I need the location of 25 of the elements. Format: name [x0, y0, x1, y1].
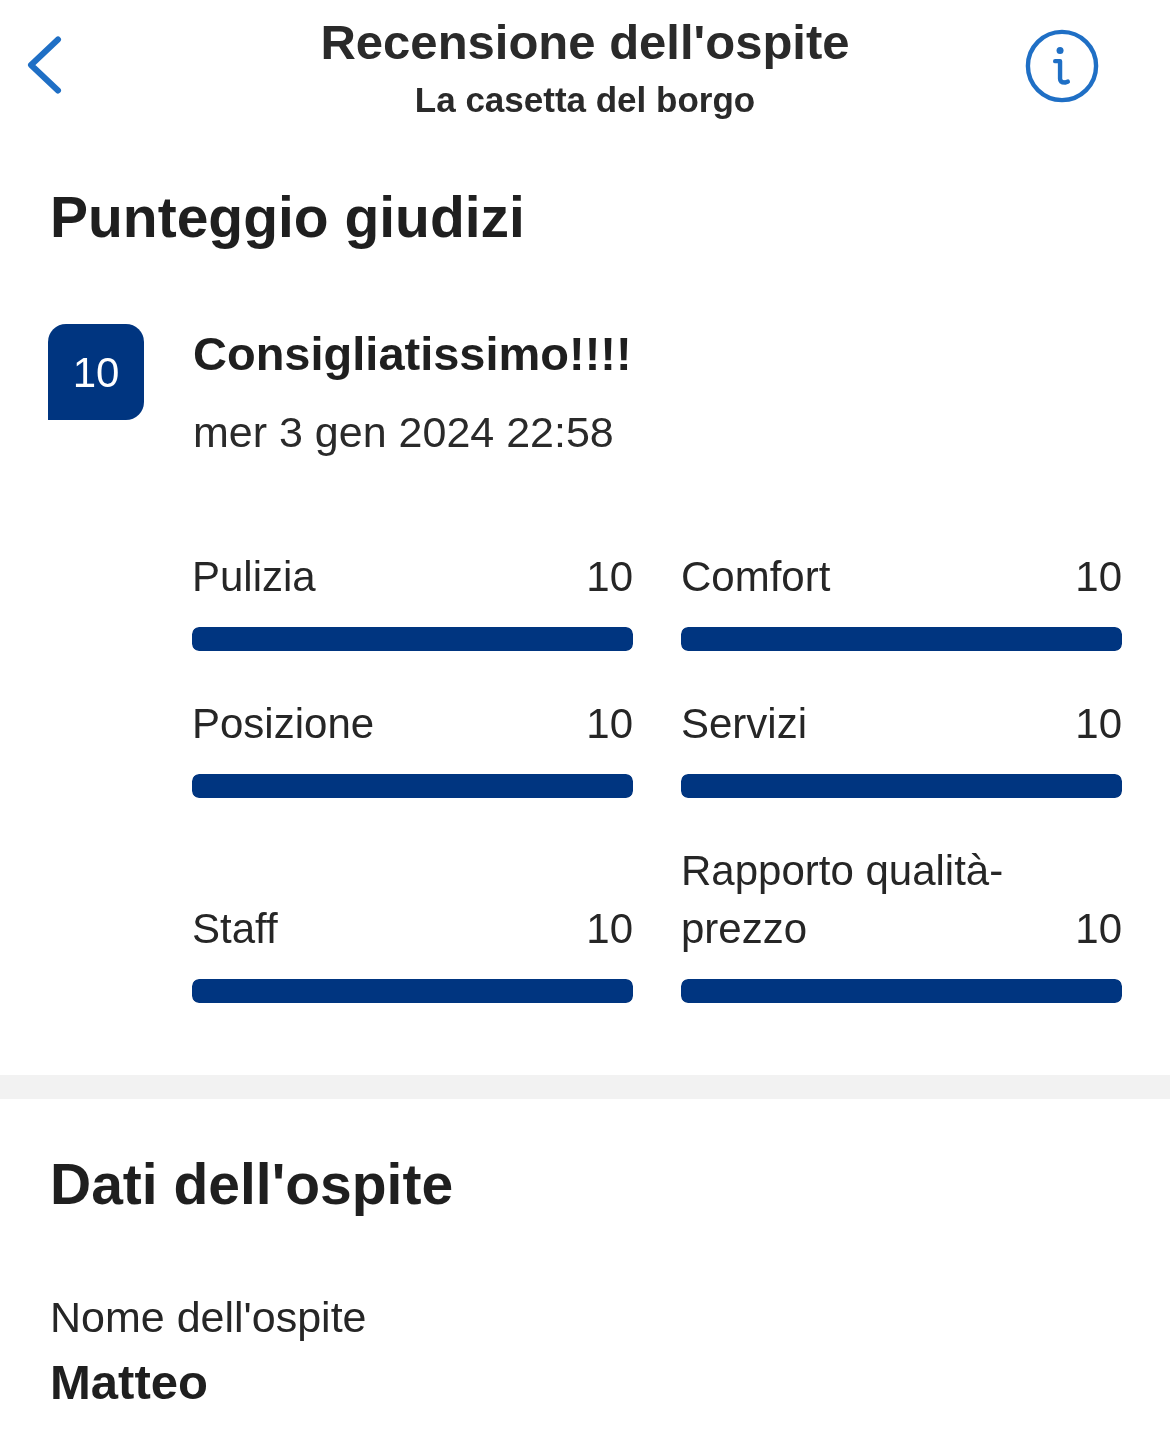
category-label: Pulizia [192, 552, 316, 602]
chevron-left-icon [26, 36, 62, 94]
category-score: 10 [1075, 904, 1122, 954]
category-label: Rapporto qualità-prezzo [681, 846, 1005, 954]
back-button[interactable] [26, 36, 62, 94]
category-score: 10 [586, 904, 633, 954]
category-score: 10 [586, 699, 633, 749]
section-heading: Punteggio giudizi [50, 185, 526, 249]
category-label: Comfort [681, 552, 831, 602]
review-date: mer 3 gen 2024 22:58 [193, 407, 615, 458]
score-badge: 10 [48, 324, 144, 420]
property-name: La casetta del borgo [414, 79, 756, 121]
category-score: 10 [586, 552, 633, 602]
section-heading: Dati dell'ospite [50, 1152, 455, 1216]
category-score: 10 [1075, 699, 1122, 749]
review-title: Consigliatissimo!!!! [193, 326, 632, 382]
info-button[interactable] [1025, 29, 1099, 103]
category-score: 10 [1075, 552, 1122, 602]
page-title: Recensione dell'ospite [320, 14, 850, 70]
category-label: Staff [192, 904, 278, 954]
info-icon [1025, 29, 1099, 103]
field-value: Matteo [50, 1354, 209, 1410]
field-label: Nome dell'ospite [50, 1292, 368, 1343]
category-label: Servizi [681, 699, 808, 749]
category-label: Posizione [192, 699, 375, 749]
